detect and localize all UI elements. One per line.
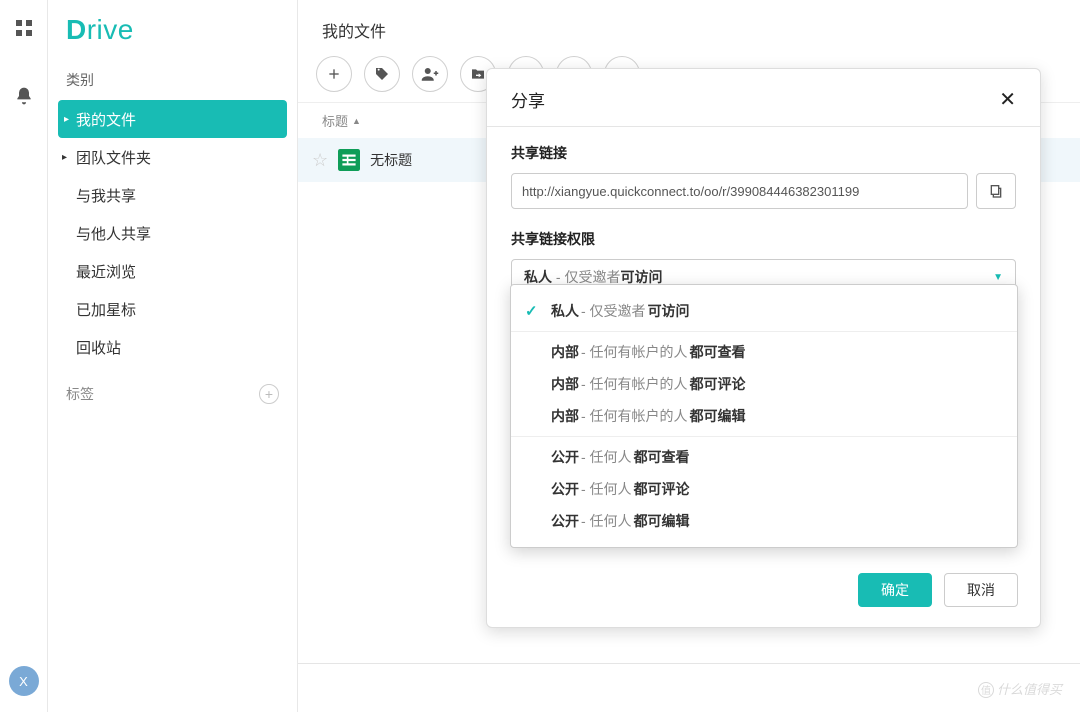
sidebar-item-shared-with-others[interactable]: 与他人共享	[48, 214, 297, 252]
bell-icon[interactable]	[14, 86, 34, 106]
star-icon[interactable]: ☆	[312, 150, 328, 171]
sidebar-item-team-folders[interactable]: ▸团队文件夹	[48, 138, 297, 176]
labels-section: 标签 +	[48, 366, 297, 404]
file-name: 无标题	[370, 150, 412, 170]
sidebar-item-label: 最近浏览	[76, 261, 136, 282]
sidebar-item-my-files[interactable]: ▸我的文件	[58, 100, 287, 138]
permission-label: 共享链接权限	[511, 229, 1016, 249]
tag-button[interactable]	[364, 56, 400, 92]
section-categories: 类别	[48, 64, 297, 100]
dialog-title: 分享	[511, 87, 545, 112]
spreadsheet-icon	[338, 149, 360, 171]
option-public-view[interactable]: 公开 - 任何人都可查看	[511, 441, 1017, 473]
close-icon[interactable]: ✕	[999, 87, 1016, 112]
labels-title: 标签	[66, 384, 94, 404]
sidebar-item-label: 与他人共享	[76, 223, 151, 244]
option-internal-view[interactable]: 内部 - 任何有帐户的人都可查看	[511, 336, 1017, 368]
divider	[298, 663, 1080, 664]
copy-link-button[interactable]	[976, 173, 1016, 209]
add-label-button[interactable]: +	[259, 384, 279, 404]
sidebar-item-shared-with-me[interactable]: 与我共享	[48, 176, 297, 214]
sidebar-item-recent[interactable]: 最近浏览	[48, 252, 297, 290]
dd-group-internal: 内部 - 任何有帐户的人都可查看 内部 - 任何有帐户的人都可评论 内部 - 任…	[511, 332, 1017, 437]
sidebar-item-starred[interactable]: 已加星标	[48, 290, 297, 328]
confirm-button[interactable]: 确定	[858, 573, 932, 607]
sidebar-item-label: 已加星标	[76, 299, 136, 320]
sidebar-item-label: 与我共享	[76, 185, 136, 206]
dd-group-private: 私人 - 仅受邀者可访问	[511, 291, 1017, 332]
dialog-header: 分享 ✕	[487, 69, 1040, 127]
sidebar-item-trash[interactable]: 回收站	[48, 328, 297, 366]
option-internal-comment[interactable]: 内部 - 任何有帐户的人都可评论	[511, 368, 1017, 400]
apps-icon[interactable]	[14, 18, 34, 38]
sidebar: Drive 类别 ▸我的文件 ▸团队文件夹 与我共享 与他人共享 最近浏览 已加…	[48, 0, 298, 712]
option-public-comment[interactable]: 公开 - 任何人都可评论	[511, 473, 1017, 505]
avatar[interactable]: X	[9, 666, 39, 696]
dialog-footer: 确定 取消	[487, 555, 1040, 627]
option-private-access[interactable]: 私人 - 仅受邀者可访问	[511, 295, 1017, 327]
share-link-label: 共享链接	[511, 143, 1016, 163]
cancel-button[interactable]: 取消	[944, 573, 1018, 607]
option-internal-edit[interactable]: 内部 - 任何有帐户的人都可编辑	[511, 400, 1017, 432]
page-title: 我的文件	[298, 0, 1080, 52]
col-title: 标题	[322, 111, 348, 130]
sidebar-item-label: 团队文件夹	[76, 147, 151, 168]
share-link-input[interactable]	[511, 173, 968, 209]
sidebar-item-label: 我的文件	[76, 109, 136, 130]
permission-dropdown: 私人 - 仅受邀者可访问 内部 - 任何有帐户的人都可查看 内部 - 任何有帐户…	[510, 284, 1018, 548]
option-public-edit[interactable]: 公开 - 任何人都可编辑	[511, 505, 1017, 537]
dd-group-public: 公开 - 任何人都可查看 公开 - 任何人都可评论 公开 - 任何人都可编辑	[511, 437, 1017, 541]
watermark: 值什么值得买	[978, 679, 1062, 698]
chevron-down-icon: ▼	[993, 272, 1003, 283]
add-user-button[interactable]	[412, 56, 448, 92]
left-rail: X	[0, 0, 48, 712]
sidebar-item-label: 回收站	[76, 337, 121, 358]
sort-asc-icon: ▲	[352, 116, 361, 126]
add-button[interactable]	[316, 56, 352, 92]
app-logo: Drive	[48, 14, 297, 64]
